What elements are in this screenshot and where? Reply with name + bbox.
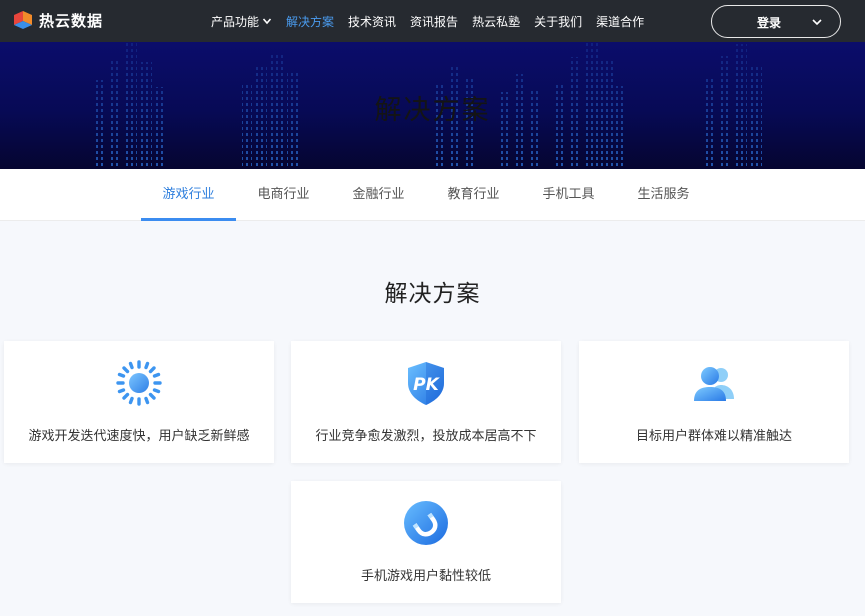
svg-text:PK: PK	[413, 375, 440, 395]
nav-item-label: 产品功能	[211, 14, 260, 29]
card-text: 行业竞争愈发激烈，投放成本居高不下	[315, 429, 537, 444]
card-text: 目标用户群体难以精准触达	[635, 429, 792, 444]
brand-logo[interactable]: 热云数据	[12, 8, 103, 32]
tab-finance[interactable]: 金融行业	[331, 169, 426, 221]
chevron-down-icon	[262, 18, 272, 25]
tab-ecommerce[interactable]: 电商行业	[236, 169, 331, 221]
hero-banner: 解决方案	[0, 42, 865, 169]
active-tab-indicator	[141, 218, 236, 221]
nav-item-reports[interactable]: 资讯报告	[410, 13, 458, 30]
tab-mobile-tools[interactable]: 手机工具	[521, 169, 616, 221]
card-text: 手机游戏用户黏性较低	[360, 569, 491, 584]
login-label: 登录	[757, 16, 782, 30]
nav-item-solutions[interactable]: 解决方案	[286, 13, 334, 30]
card-text: 游戏开发迭代速度快，用户缺乏新鲜感	[28, 429, 250, 444]
tab-education[interactable]: 教育行业	[426, 169, 521, 221]
sun-icon	[116, 360, 162, 406]
login-button[interactable]: 登录	[711, 5, 841, 38]
solution-card: 手机游戏用户黏性较低	[291, 481, 561, 603]
magnet-icon	[404, 501, 448, 545]
tab-gaming[interactable]: 游戏行业	[141, 169, 236, 221]
tab-lifestyle[interactable]: 生活服务	[616, 169, 711, 221]
banner-title: 解决方案	[374, 95, 491, 126]
solution-card: PK 行业竞争愈发激烈，投放成本居高不下	[291, 341, 561, 463]
logo-mark-icon	[12, 9, 34, 31]
nav-item-academy[interactable]: 热云私塾	[472, 13, 520, 30]
chevron-down-icon	[812, 19, 822, 26]
industry-tabs: 游戏行业 电商行业 金融行业 教育行业 手机工具 生活服务	[0, 169, 865, 221]
nav-item-tech-news[interactable]: 技术资讯	[348, 13, 396, 30]
solution-card: 游戏开发迭代速度快，用户缺乏新鲜感	[4, 341, 274, 463]
pk-shield-icon: PK	[408, 362, 444, 405]
main-nav: 产品功能 解决方案 技术资讯 资讯报告 热云私塾 关于我们 渠道合作	[211, 0, 658, 42]
section-title: 解决方案	[384, 281, 481, 307]
solution-card: 目标用户群体难以精准触达	[579, 341, 849, 463]
nav-item-partners[interactable]: 渠道合作	[596, 13, 644, 30]
nav-item-products[interactable]: 产品功能	[211, 13, 272, 30]
top-navbar: 热云数据 产品功能 解决方案 技术资讯 资讯报告 热云私塾 关于我们 渠道合作 …	[0, 0, 865, 42]
nav-item-about[interactable]: 关于我们	[534, 13, 582, 30]
brand-name: 热云数据	[39, 11, 104, 30]
users-icon	[694, 367, 734, 401]
